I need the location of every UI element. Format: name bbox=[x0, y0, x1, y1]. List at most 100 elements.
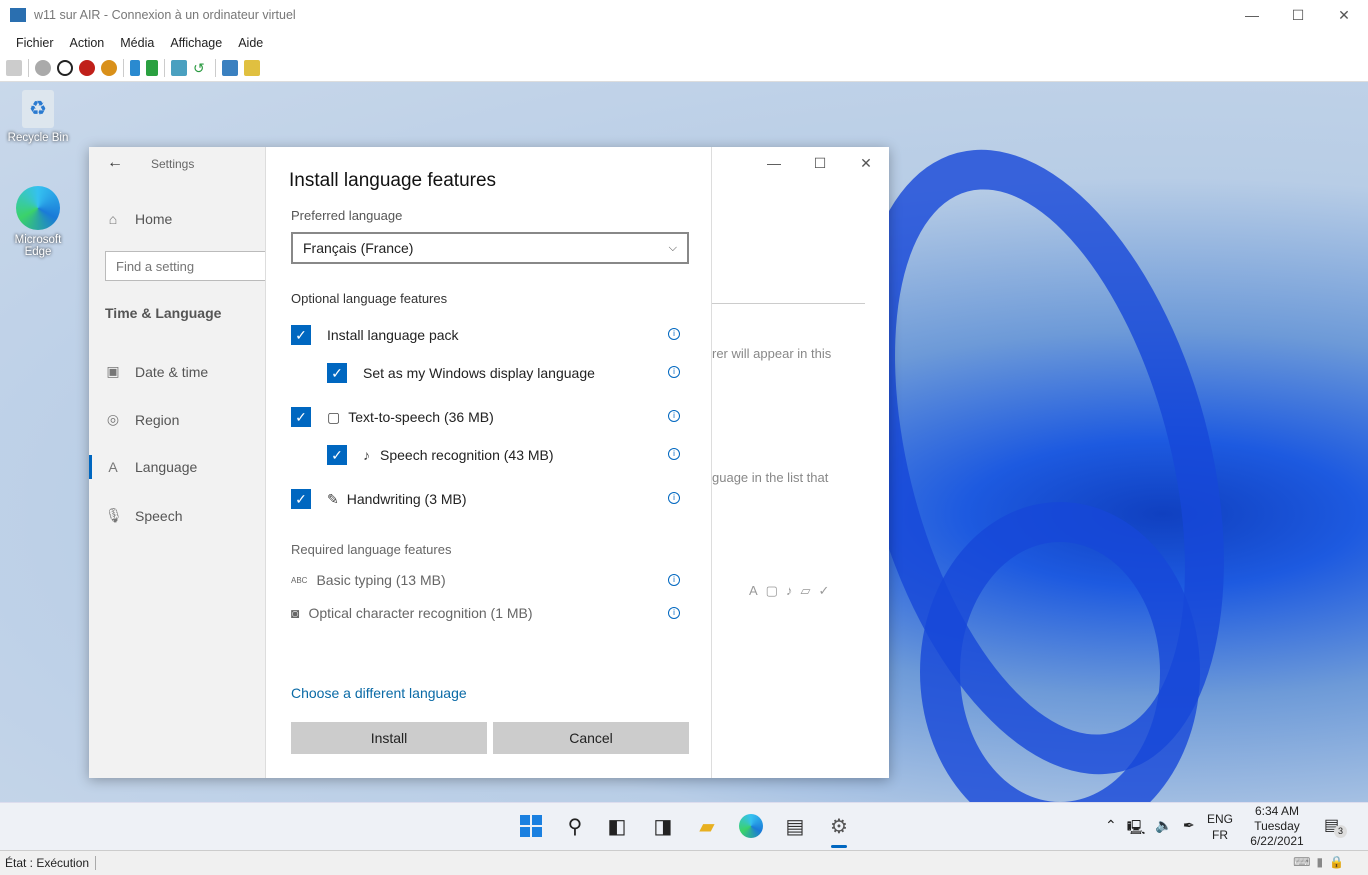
feature-icons: A▢♪▱✓ bbox=[749, 583, 838, 598]
store-button[interactable]: ▤ bbox=[782, 813, 808, 839]
settings-minimize-button[interactable]: — bbox=[751, 148, 797, 178]
keyboard-icon: ⌨ bbox=[1293, 855, 1311, 869]
search-button[interactable]: ⚲ bbox=[562, 813, 588, 839]
handwriting-icon: ✎ bbox=[327, 490, 339, 507]
nav-language[interactable]: A Language bbox=[105, 459, 197, 475]
checkpoint-icon[interactable] bbox=[171, 60, 187, 76]
settings-title: Settings bbox=[151, 157, 195, 171]
info-icon[interactable]: i bbox=[668, 448, 680, 460]
desktop-icon-recycle-bin[interactable]: ♻ Recycle Bin bbox=[3, 90, 73, 144]
background-text: rer will appear in this bbox=[712, 346, 832, 361]
settings-taskbar-button[interactable]: ⚙ bbox=[826, 813, 852, 839]
calendar-clock-icon: ▣ bbox=[106, 363, 120, 379]
pause-icon[interactable] bbox=[130, 60, 140, 76]
folder-icon: ▰ bbox=[699, 815, 715, 838]
info-icon[interactable]: i bbox=[668, 366, 680, 378]
back-button[interactable]: ← bbox=[107, 154, 123, 172]
settings-window: ← Settings ⌂Home Time & Language ▣Date &… bbox=[89, 147, 889, 778]
nav-region[interactable]: ◎ Region bbox=[105, 411, 179, 428]
chevron-up-icon[interactable]: ⌃ bbox=[1105, 817, 1117, 841]
recycle-bin-icon: ♻ bbox=[22, 90, 54, 128]
file-explorer-button[interactable]: ▰ bbox=[694, 813, 720, 839]
ctrl-alt-del-icon[interactable] bbox=[6, 60, 22, 76]
choose-language-link[interactable]: Choose a different language bbox=[291, 685, 467, 701]
checkbox-speech-recognition[interactable]: ✓ ♪ Speech recognition (43 MB) bbox=[327, 445, 554, 465]
gear-icon: ⚙ bbox=[830, 815, 848, 838]
active-indicator bbox=[831, 845, 847, 848]
clock[interactable]: 6:34 AM Tuesday 6/22/2021 bbox=[1244, 803, 1310, 849]
info-icon[interactable]: i bbox=[668, 328, 680, 340]
network-icon[interactable]: 🖳 bbox=[1127, 817, 1146, 841]
checkbox-display-language[interactable]: ✓ Set as my Windows display language bbox=[327, 363, 595, 383]
widgets-button[interactable]: ◨ bbox=[650, 813, 676, 839]
desktop-icon-edge[interactable]: Microsoft Edge bbox=[3, 186, 73, 258]
nav-home[interactable]: ⌂ Home bbox=[105, 211, 173, 227]
menu-affichage[interactable]: Affichage bbox=[170, 36, 222, 50]
vm-icon bbox=[10, 8, 26, 22]
checkbox-handwriting[interactable]: ✓ ✎ Handwriting (3 MB) bbox=[291, 489, 467, 509]
checkbox-language-pack[interactable]: ✓ Install language pack bbox=[291, 325, 459, 345]
install-language-dialog: Install language features Preferred lang… bbox=[265, 147, 712, 778]
info-icon[interactable]: i bbox=[668, 607, 680, 619]
task-view-icon: ◧ bbox=[607, 815, 627, 838]
preferred-language-label: Preferred language bbox=[291, 208, 403, 223]
menu-media[interactable]: Média bbox=[120, 36, 154, 50]
info-icon[interactable]: i bbox=[668, 574, 680, 586]
menu-aide[interactable]: Aide bbox=[238, 36, 263, 50]
toolbar: ↺ bbox=[0, 55, 1368, 82]
search-input[interactable] bbox=[105, 251, 275, 281]
start-button[interactable] bbox=[518, 813, 544, 839]
info-icon[interactable]: i bbox=[668, 410, 680, 422]
volume-icon[interactable]: 🔈 bbox=[1155, 817, 1172, 841]
text-to-speech-icon: ▢ bbox=[327, 408, 341, 425]
preferred-language-dropdown[interactable]: Français (France) ⌵ bbox=[291, 232, 689, 264]
taskbar: ⚲ ◧ ◨ ▰ ▤ ⚙ ⌃ 🖳 🔈 ✒ ENG FR 6:34 AM Tuesday 6/2… bbox=[0, 802, 1368, 850]
mouse-icon: ▮ bbox=[1316, 855, 1324, 869]
task-view-button[interactable]: ◧ bbox=[604, 813, 630, 839]
status-icons: ⌨ ▮ 🔒 bbox=[1293, 855, 1344, 869]
settings-close-button[interactable]: ✕ bbox=[843, 148, 889, 178]
menu-action[interactable]: Action bbox=[70, 36, 105, 50]
background-input bbox=[712, 303, 865, 304]
menu-fichier[interactable]: Fichier bbox=[16, 36, 54, 50]
resume-icon[interactable] bbox=[146, 60, 158, 76]
required-basic-typing: ABC Basic typing (13 MB) bbox=[291, 572, 446, 588]
lock-icon: 🔒 bbox=[1329, 855, 1344, 869]
home-icon: ⌂ bbox=[108, 211, 118, 227]
windows-icon bbox=[520, 815, 542, 837]
checkbox-text-to-speech[interactable]: ✓ ▢ Text-to-speech (36 MB) bbox=[291, 407, 494, 427]
window-title: w11 sur AIR - Connexion à un ordinateur … bbox=[34, 8, 296, 22]
language-indicator[interactable]: ENG FR bbox=[1207, 811, 1233, 843]
checkmark-icon: ✓ bbox=[291, 407, 311, 427]
store-icon: ▤ bbox=[785, 815, 805, 838]
required-features-label: Required language features bbox=[291, 542, 452, 557]
status-bar: État : Exécution ⌨ ▮ 🔒 bbox=[0, 850, 1368, 875]
install-button[interactable]: Install bbox=[291, 722, 487, 754]
shutdown-icon[interactable] bbox=[79, 60, 95, 76]
cancel-button[interactable]: Cancel bbox=[493, 722, 689, 754]
start-icon[interactable] bbox=[35, 60, 51, 76]
notification-button[interactable]: ▤ 3 bbox=[1324, 815, 1347, 838]
enhanced-session-icon[interactable] bbox=[222, 60, 238, 76]
turn-off-icon[interactable] bbox=[57, 60, 73, 76]
required-ocr: ◙ Optical character recognition (1 MB) bbox=[291, 605, 533, 621]
selected-indicator bbox=[89, 455, 92, 479]
revert-icon[interactable]: ↺ bbox=[193, 60, 209, 76]
globe-icon: ◎ bbox=[106, 411, 120, 427]
close-button[interactable]: ✕ bbox=[1321, 0, 1367, 30]
info-icon[interactable]: i bbox=[668, 492, 680, 504]
section-heading: Time & Language bbox=[105, 305, 222, 321]
system-tray: ⌃ 🖳 🔈 ✒ bbox=[1105, 817, 1195, 841]
camera-icon: ◙ bbox=[291, 605, 300, 621]
optional-features-label: Optional language features bbox=[291, 291, 448, 306]
share-icon[interactable] bbox=[244, 60, 260, 76]
pen-icon[interactable]: ✒ bbox=[1183, 817, 1195, 841]
save-icon[interactable] bbox=[101, 60, 117, 76]
maximize-button[interactable]: ☐ bbox=[1275, 0, 1321, 30]
nav-date-time[interactable]: ▣ Date & time bbox=[105, 363, 208, 380]
title-bar: w11 sur AIR - Connexion à un ordinateur … bbox=[0, 0, 1368, 30]
minimize-button[interactable]: — bbox=[1229, 0, 1275, 30]
edge-button[interactable] bbox=[738, 813, 764, 839]
nav-speech[interactable]: 🎙 Speech bbox=[105, 507, 182, 524]
settings-maximize-button[interactable]: ☐ bbox=[797, 148, 843, 178]
